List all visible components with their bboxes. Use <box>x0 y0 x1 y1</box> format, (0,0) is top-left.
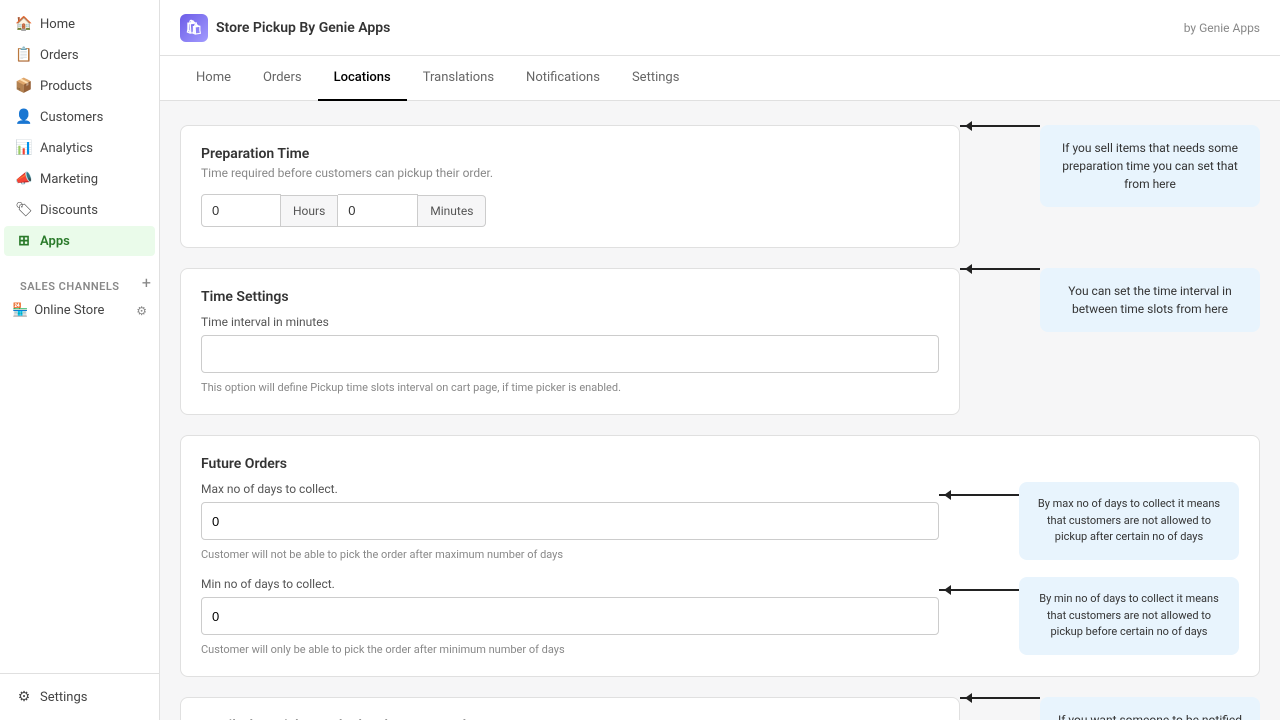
preparation-time-arrow <box>960 125 1040 127</box>
main-content: 🛍 Store Pickup By Genie Apps by Genie Ap… <box>160 0 1280 720</box>
email-section-card: Email when pickup order has been created… <box>180 697 960 720</box>
time-interval-input[interactable] <box>201 335 939 373</box>
sidebar-item-analytics[interactable]: 📊 Analytics <box>4 133 155 163</box>
page-content: Preparation Time Time required before cu… <box>160 101 1280 720</box>
sidebar-item-marketing-label: Marketing <box>40 172 98 187</box>
time-settings-row: Time Settings Time interval in minutes T… <box>180 268 1260 415</box>
tab-locations[interactable]: Locations <box>318 56 407 101</box>
tab-settings[interactable]: Settings <box>616 56 695 101</box>
min-days-label: Min no of days to collect. <box>201 577 939 591</box>
min-days-input[interactable] <box>201 597 939 635</box>
time-settings-note: This option will define Pickup time slot… <box>201 381 939 394</box>
future-orders-title: Future Orders <box>201 456 1239 472</box>
online-store-icon: 🏪 <box>12 303 28 318</box>
sidebar-item-discounts[interactable]: 🏷 Discounts <box>4 195 155 225</box>
max-days-arrow <box>939 494 1019 496</box>
tab-home[interactable]: Home <box>180 56 247 101</box>
min-days-group: Min no of days to collect. Customer will… <box>201 577 939 656</box>
sidebar-item-online-store[interactable]: 🏪 Online Store ⚙ <box>0 297 159 324</box>
home-icon: 🏠 <box>16 16 32 32</box>
minutes-label: Minutes <box>418 195 486 227</box>
online-store-label: Online Store <box>34 303 104 318</box>
apps-icon: ⊞ <box>16 233 32 249</box>
sidebar-item-customers[interactable]: 👤 Customers <box>4 102 155 132</box>
tabs-bar: Home Orders Locations Translations Notif… <box>160 56 1280 101</box>
minutes-input[interactable] <box>338 194 418 227</box>
email-section-row: Email when pickup order has been created… <box>180 697 1260 720</box>
sidebar-item-orders-label: Orders <box>40 48 79 63</box>
orders-icon: 📋 <box>16 47 32 63</box>
sidebar-bottom: ⚙ Settings <box>0 673 159 720</box>
settings-icon: ⚙ <box>16 689 32 705</box>
arrow-line-3 <box>939 494 1019 496</box>
topbar: 🛍 Store Pickup By Genie Apps by Genie Ap… <box>160 0 1280 56</box>
future-orders-card: Future Orders Max no of days to collect.… <box>180 435 1260 677</box>
preparation-time-card: Preparation Time Time required before cu… <box>180 125 960 248</box>
max-days-tooltip: By max no of days to collect it means th… <box>1019 482 1239 560</box>
add-channel-icon[interactable]: + <box>142 273 151 292</box>
sidebar-item-products[interactable]: 📦 Products <box>4 71 155 101</box>
hours-label: Hours <box>281 195 338 227</box>
future-orders-row: Future Orders Max no of days to collect.… <box>180 435 1260 677</box>
sidebar-item-settings[interactable]: ⚙ Settings <box>4 682 155 712</box>
email-arrow <box>960 697 1040 699</box>
app-logo: 🛍 Store Pickup By Genie Apps <box>180 14 390 42</box>
email-tooltip: If you want someone to be notified whene… <box>1040 697 1260 720</box>
max-days-label: Max no of days to collect. <box>201 482 939 496</box>
sidebar-item-apps-label: Apps <box>40 234 70 249</box>
arrow-line <box>960 125 1040 127</box>
sidebar-item-discounts-label: Discounts <box>40 203 98 218</box>
time-settings-tooltip: You can set the time interval in between… <box>1040 268 1260 332</box>
sidebar-item-apps[interactable]: ⊞ Apps <box>4 226 155 256</box>
max-days-row: Max no of days to collect. Customer will… <box>201 482 1239 573</box>
preparation-time-inputs: Hours Minutes <box>201 194 939 227</box>
preparation-time-title: Preparation Time <box>201 146 939 162</box>
hours-input[interactable] <box>201 194 281 227</box>
min-days-row: Min no of days to collect. Customer will… <box>201 577 1239 656</box>
arrow-line-2 <box>960 268 1040 270</box>
products-icon: 📦 <box>16 78 32 94</box>
customers-icon: 👤 <box>16 109 32 125</box>
analytics-icon: 📊 <box>16 140 32 156</box>
sidebar-item-home-label: Home <box>40 17 75 32</box>
preparation-time-tooltip: If you sell items that needs some prepar… <box>1040 125 1260 207</box>
sidebar-item-orders[interactable]: 📋 Orders <box>4 40 155 70</box>
online-store-gear-icon[interactable]: ⚙ <box>136 304 147 318</box>
min-days-arrow <box>939 589 1019 591</box>
sidebar-item-products-label: Products <box>40 79 92 94</box>
discounts-icon: 🏷 <box>16 202 32 218</box>
sidebar-settings-label: Settings <box>40 690 87 705</box>
tab-notifications[interactable]: Notifications <box>510 56 616 101</box>
min-days-tooltip: By min no of days to collect it means th… <box>1019 577 1239 655</box>
sidebar-item-home[interactable]: 🏠 Home <box>4 9 155 39</box>
sidebar-item-customers-label: Customers <box>40 110 103 125</box>
time-interval-label: Time interval in minutes <box>201 315 939 329</box>
sales-channels-label: Sales channels <box>8 268 132 297</box>
preparation-time-desc: Time required before customers can picku… <box>201 166 939 180</box>
tab-orders[interactable]: Orders <box>247 56 318 101</box>
sidebar-nav: 🏠 Home 📋 Orders 📦 Products 👤 Customers 📊… <box>0 0 159 673</box>
max-days-note: Customer will not be able to pick the or… <box>201 548 939 561</box>
min-days-note: Customer will only be able to pick the o… <box>201 643 939 656</box>
sidebar: 🏠 Home 📋 Orders 📦 Products 👤 Customers 📊… <box>0 0 160 720</box>
time-settings-arrow <box>960 268 1040 270</box>
sidebar-item-analytics-label: Analytics <box>40 141 93 156</box>
arrow-line-5 <box>960 697 1040 699</box>
sidebar-item-marketing[interactable]: 📣 Marketing <box>4 164 155 194</box>
app-name: Store Pickup By Genie Apps <box>216 20 390 36</box>
marketing-icon: 📣 <box>16 171 32 187</box>
time-settings-card: Time Settings Time interval in minutes T… <box>180 268 960 415</box>
arrow-line-4 <box>939 589 1019 591</box>
sales-channels-section: Sales channels + 🏪 Online Store ⚙ <box>0 268 159 324</box>
topbar-by-label: by Genie Apps <box>1184 21 1260 35</box>
time-interval-group: Time interval in minutes This option wil… <box>201 315 939 394</box>
app-logo-icon: 🛍 <box>180 14 208 42</box>
preparation-time-row: Preparation Time Time required before cu… <box>180 125 1260 248</box>
max-days-input[interactable] <box>201 502 939 540</box>
max-days-group: Max no of days to collect. Customer will… <box>201 482 939 573</box>
sales-channels-header: Sales channels + <box>0 268 159 297</box>
time-settings-title: Time Settings <box>201 289 939 305</box>
tab-translations[interactable]: Translations <box>407 56 510 101</box>
